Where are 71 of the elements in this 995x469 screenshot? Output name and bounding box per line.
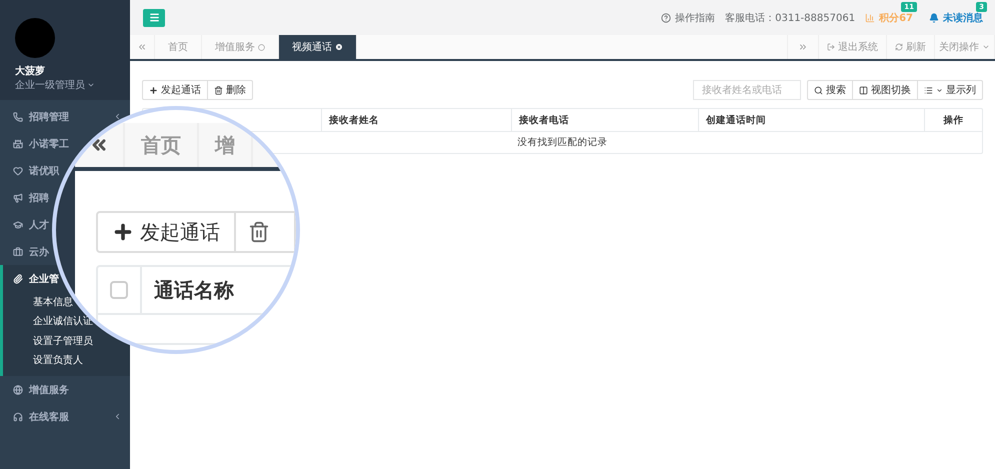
menu-toggle-button[interactable] [143,8,165,26]
start-call-button[interactable]: 发起通话 [142,80,208,100]
graduation-cap-icon [13,220,23,230]
close-icon [335,43,343,51]
double-right-icon [798,42,808,52]
caret-icon [87,81,95,89]
sidebar-item[interactable]: 诺优职 [13,164,59,178]
column-header: 接收者姓名 [321,109,511,131]
plus-icon [149,86,158,94]
bell-icon [929,12,939,22]
search-button[interactable]: 搜索 [807,80,853,100]
tab-action-button[interactable]: 关闭操作 [935,35,995,59]
heart-icon [13,166,23,176]
submenu-item[interactable]: 设置负责人 [33,353,83,368]
refresh-icon [895,43,903,51]
caret-icon [936,86,943,94]
briefcase-icon [13,246,23,256]
tab-action-button[interactable]: 刷新 [887,35,935,59]
trash-icon [214,86,223,94]
double-left-icon [137,42,147,52]
sidebar-item[interactable]: 招聘管理 [13,110,69,124]
page-tab[interactable]: 首页 [155,35,202,59]
delete-button[interactable] [236,211,296,253]
close-icon [258,44,265,50]
help-icon [661,12,672,22]
avatar [15,18,55,58]
megaphone-icon [13,192,23,202]
columns-button[interactable]: 显示列 [918,80,983,100]
delete-button[interactable]: 删除 [208,80,253,100]
chevron-icon [113,112,122,121]
column-header: 通话名称 [153,276,234,304]
submenu-item[interactable]: 基本信息 [33,294,73,309]
sidebar-item[interactable]: 云办 [13,244,49,258]
guide-link[interactable]: 操作指南 [661,10,716,24]
start-call-button[interactable]: 发起通话 [96,211,236,253]
column-header: 接收者电话 [511,109,698,131]
page-tab[interactable]: 首页 [125,123,199,167]
list-icon [924,86,933,94]
sidebar-item[interactable]: 企业管 [13,272,59,286]
column-header: 操作 [924,109,982,131]
bar-chart-icon [865,12,876,22]
headphones-icon [13,412,23,422]
user-name: 大菠萝 [15,64,46,78]
trash-icon [248,221,270,243]
paperclip-icon [13,274,23,284]
menu-icon [148,12,160,23]
sidebar-item[interactable]: 招聘 [13,190,49,204]
globe-icon [13,384,23,394]
caret-icon [982,43,990,51]
sidebar-item[interactable]: 人才 [13,218,49,232]
sidebar-item[interactable]: 在线客服 [13,410,69,424]
logout-icon [827,43,835,51]
chevron-icon [113,412,122,421]
view-toggle-button[interactable]: 视图切换 [853,80,918,100]
submenu-item[interactable]: 设置子管理员 [33,334,93,348]
tab-action-button[interactable]: 退出系统 [819,35,887,59]
sidebar-item[interactable]: 增值服务 [13,382,69,396]
hotline-text: 客服电话：0311-88857061 [725,12,856,24]
page-tab[interactable]: 增 [199,123,253,167]
search-field[interactable]: 接收者姓名或电话 [693,80,801,100]
view-icon [859,86,868,94]
phone-icon [13,112,23,122]
castle-icon [13,138,23,148]
sidebar-item[interactable]: 小诺零工 [13,136,69,150]
page-tab[interactable]: 视频通话 [279,35,357,59]
empty-message: 没有找到匹配的记录 [518,136,608,149]
role-dropdown[interactable]: 企业一级管理员 [15,78,115,92]
search-icon [814,86,823,94]
plus-icon [112,221,134,243]
messages-link[interactable]: 未读消息 [929,10,983,24]
column-header: 创建通话时间 [698,109,924,131]
